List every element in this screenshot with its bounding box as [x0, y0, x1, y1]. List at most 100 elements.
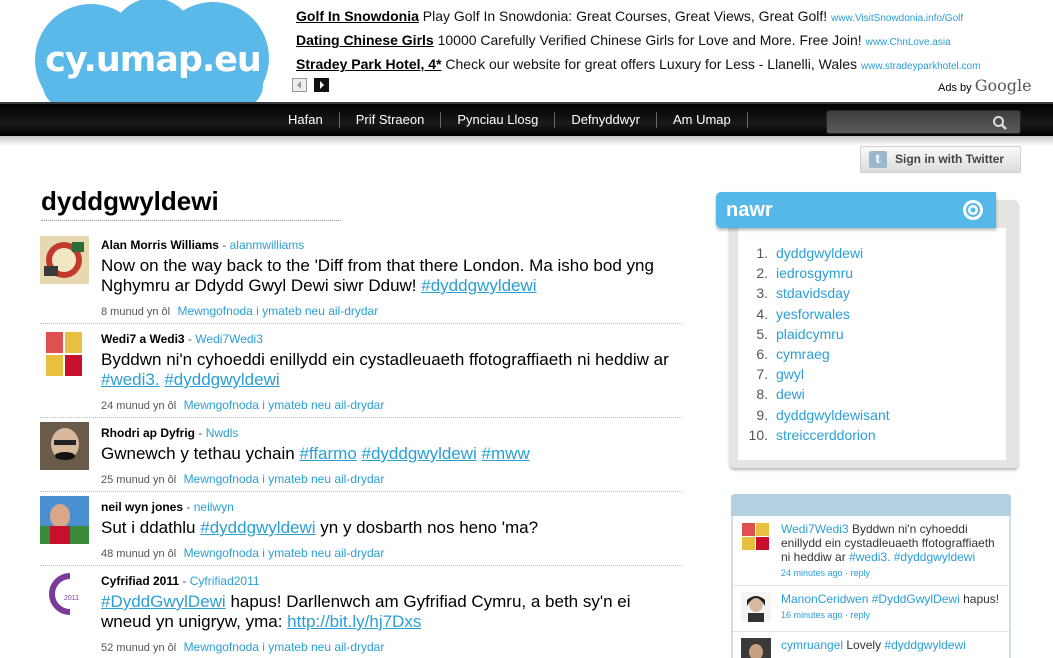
tweet-body: yn y dosbarth nos heno 'ma?: [320, 518, 539, 537]
trend-item[interactable]: 8. dewi: [740, 385, 1002, 405]
trend-item[interactable]: 3. stdavidsday: [740, 284, 1002, 304]
tweet-login-reply-link[interactable]: Mewngofnoda i ymateb neu ail-drydar: [184, 398, 385, 412]
avatar[interactable]: [40, 236, 89, 284]
feed-user-link[interactable]: ManonCeridwen: [781, 592, 868, 606]
hashtag-link[interactable]: #dyddgwyldewi: [200, 518, 315, 537]
nawr-title: nawr: [726, 199, 773, 221]
ad-url[interactable]: www.stradeyparkhotel.com: [861, 61, 981, 72]
ad-title[interactable]: Golf In Snowdonia: [296, 8, 419, 24]
trend-link[interactable]: cymraeg: [776, 346, 830, 362]
trend-rank: 5.: [756, 325, 768, 342]
trend-item[interactable]: 7. gwyl: [740, 365, 1002, 385]
tweet-header: Wedi7 a Wedi3 - Wedi7Wedi3: [101, 332, 682, 347]
tweet-author-handle[interactable]: Nwdls: [206, 426, 239, 440]
feed-text: Lovely: [846, 638, 882, 652]
hashtag-link[interactable]: #mww: [482, 444, 530, 463]
nav-item-prif-straeon[interactable]: Prif Straeon: [340, 112, 442, 128]
tweet-login-reply-link[interactable]: Mewngofnoda i ymateb neu ail-drydar: [177, 304, 378, 318]
avatar[interactable]: [741, 522, 771, 552]
avatar[interactable]: 2011: [40, 570, 89, 618]
ad-url[interactable]: www.VisitSnowdonia.info/Golf: [831, 13, 963, 24]
search-input[interactable]: [826, 110, 1021, 134]
avatar[interactable]: [741, 638, 771, 658]
trend-link[interactable]: yesforwales: [776, 306, 850, 322]
hashtag-link[interactable]: #dyddgwyldewi: [164, 370, 279, 389]
target-icon[interactable]: [962, 199, 984, 221]
feed-user-link[interactable]: cymruangel: [781, 638, 843, 652]
ad-title[interactable]: Dating Chinese Girls: [296, 32, 434, 48]
ads-by-label: Ads by: [938, 82, 972, 94]
avatar[interactable]: [741, 592, 771, 622]
ad-item[interactable]: Stradey Park Hotel, 4* Check our website…: [296, 54, 1036, 78]
trend-item[interactable]: 6. cymraeg: [740, 345, 1002, 365]
hashtag-link[interactable]: #wedi3. #dyddgwyldewi: [849, 550, 975, 564]
trend-item[interactable]: 1. dyddgwyldewi: [740, 244, 1002, 264]
tweet-author-handle[interactable]: Cyfrifiad2011: [190, 574, 260, 588]
tweet-author-handle[interactable]: Wedi7Wedi3: [195, 332, 263, 346]
hashtag-link[interactable]: #dyddgwyldewi: [362, 444, 477, 463]
tweet-login-reply-link[interactable]: Mewngofnoda i ymateb neu ail-drydar: [184, 640, 385, 654]
hashtag-link[interactable]: #DyddGwylDewi: [872, 592, 960, 606]
trend-link[interactable]: dyddgwyldewi: [776, 245, 863, 261]
tweet-author-name[interactable]: neil wyn jones: [101, 500, 183, 514]
ad-prev-button[interactable]: [292, 78, 307, 92]
tweet-login-reply-link[interactable]: Mewngofnoda i ymateb neu ail-drydar: [184, 472, 385, 486]
trend-link[interactable]: stdavidsday: [776, 285, 850, 301]
trend-link[interactable]: streiccerddorion: [776, 427, 876, 443]
tweet-author-name[interactable]: Alan Morris Williams: [101, 238, 219, 252]
nav-item-defnyddwyr[interactable]: Defnyddwyr: [555, 112, 657, 128]
ad-item[interactable]: Golf In Snowdonia Play Golf In Snowdonia…: [296, 6, 1036, 30]
feed-user-link[interactable]: Wedi7Wedi3: [781, 522, 849, 536]
ad-url[interactable]: www.ChnLove.asia: [866, 37, 951, 48]
trend-item[interactable]: 2. iedrosgymru: [740, 264, 1002, 284]
search-icon[interactable]: [992, 115, 1008, 131]
trend-item[interactable]: 10. streiccerddorion: [740, 426, 1002, 446]
trend-item[interactable]: 9. dyddgwyldewisant: [740, 406, 1002, 426]
trend-rank: 2.: [756, 265, 768, 282]
trend-rank: 4.: [756, 305, 768, 322]
trend-link[interactable]: plaidcymru: [776, 326, 844, 342]
trend-rank: 10.: [748, 426, 768, 443]
nav-item-am-umap[interactable]: Am Umap: [657, 112, 748, 128]
avatar[interactable]: [40, 496, 89, 544]
tweet-author-handle[interactable]: neilwyn: [194, 500, 234, 514]
trend-link[interactable]: dewi: [776, 386, 805, 402]
tweet-login-reply-link[interactable]: Mewngofnoda i ymateb neu ail-drydar: [184, 546, 385, 560]
hashtag-link[interactable]: #dyddgwyldewi: [421, 276, 536, 295]
hashtag-link[interactable]: #DyddGwylDewi: [101, 592, 226, 611]
ads-by-google[interactable]: Ads by Google: [938, 76, 1032, 95]
tweet-author-name[interactable]: Cyfrifiad 2011: [101, 574, 179, 588]
avatar[interactable]: [40, 422, 89, 470]
trend-item[interactable]: 5. plaidcymru: [740, 325, 1002, 345]
tweet-author-name[interactable]: Wedi7 a Wedi3: [101, 332, 185, 346]
trending-list: 1. dyddgwyldewi 2. iedrosgymru 3. stdavidsd…: [740, 244, 1002, 446]
tweet-item: 2011 Cyfrifiad 2011 - Cyfrifiad2011 #Dyd…: [40, 566, 682, 658]
feed-time-reply[interactable]: 16 minutes ago · reply: [781, 608, 1003, 622]
trend-item[interactable]: 4. yesforwales: [740, 305, 1002, 325]
hashtag-link[interactable]: #dyddgwyldewi: [884, 638, 965, 652]
tweet-author-handle[interactable]: alanmwilliams: [230, 238, 305, 252]
trend-link[interactable]: dyddgwyldewisant: [776, 407, 890, 423]
hashtag-link[interactable]: #wedi3.: [101, 370, 160, 389]
tweet-body: Byddwn ni'n cyhoeddi enillydd ein cystad…: [101, 350, 669, 369]
twitter-signin-button[interactable]: t Sign in with Twitter: [860, 146, 1021, 173]
page-title: dyddgwyldewi: [41, 186, 341, 221]
tweet-header: Rhodri ap Dyfrig - Nwdls: [101, 426, 682, 441]
ad-item[interactable]: Dating Chinese Girls 10000 Carefully Ver…: [296, 30, 1036, 54]
separator: -: [222, 238, 227, 252]
tweet-url-link[interactable]: http://bit.ly/hj7Dxs: [287, 612, 421, 631]
trend-rank: 7.: [756, 366, 768, 383]
feed-text: hapus!: [963, 592, 1000, 606]
tweet-author-name[interactable]: Rhodri ap Dyfrig: [101, 426, 195, 440]
feed-time-reply[interactable]: 24 minutes ago · reply: [781, 566, 1003, 580]
hashtag-link[interactable]: #ffarmo: [299, 444, 356, 463]
trend-link[interactable]: gwyl: [776, 366, 804, 382]
ad-next-button[interactable]: [314, 78, 330, 92]
feed-item: ManonCeridwen #DyddGwylDewi hapus! 16 mi…: [733, 586, 1009, 632]
nav-menu: Hafan Prif Straeon Pynciau Llosg Defnydd…: [272, 104, 748, 136]
avatar[interactable]: [40, 330, 89, 378]
trend-link[interactable]: iedrosgymru: [776, 265, 853, 281]
nav-item-hafan[interactable]: Hafan: [272, 112, 340, 128]
nav-item-pynciau-llosg[interactable]: Pynciau Llosg: [441, 112, 556, 128]
ad-title[interactable]: Stradey Park Hotel, 4*: [296, 56, 442, 72]
